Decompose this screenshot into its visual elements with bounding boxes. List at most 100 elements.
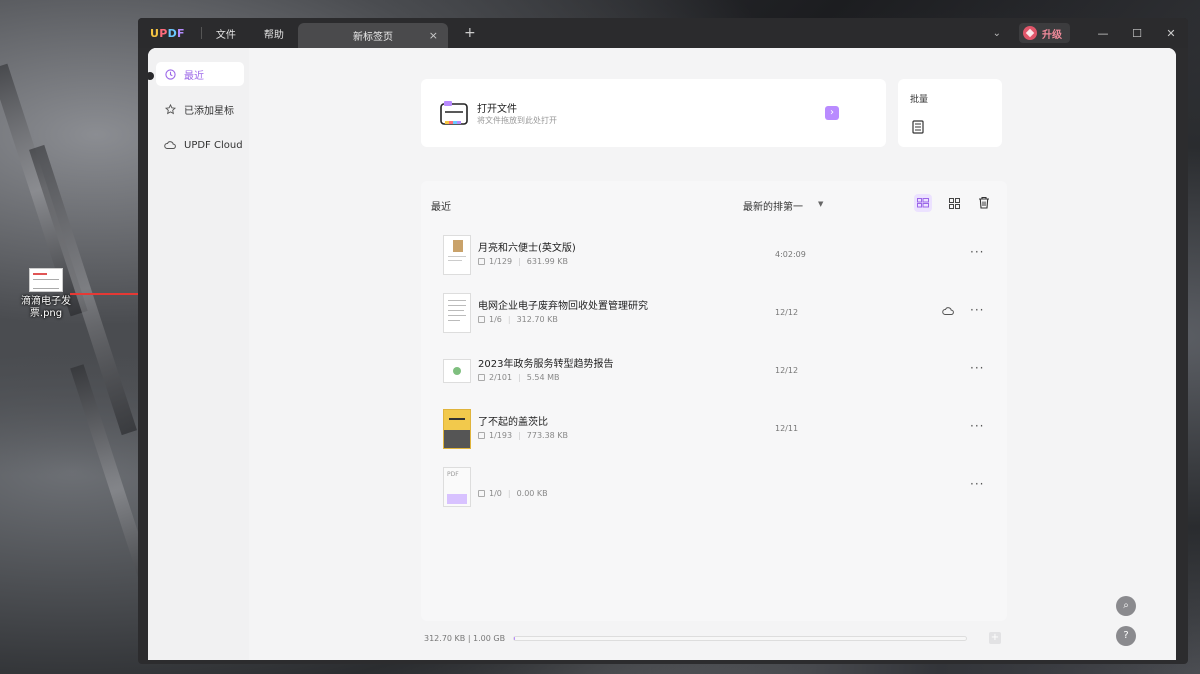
file-date: 12/12 <box>775 366 799 375</box>
file-size: 0.00 KB <box>516 489 548 498</box>
diamond-icon <box>1023 26 1037 40</box>
more-options-icon[interactable]: ··· <box>970 361 984 375</box>
close-icon[interactable]: ✕ <box>1154 27 1188 40</box>
trash-icon <box>979 196 989 209</box>
batch-card[interactable]: 批量 <box>898 79 1002 147</box>
page-icon <box>478 432 485 439</box>
sidebar-item-starred[interactable]: 已添加星标 <box>156 97 244 121</box>
page-icon <box>478 316 485 323</box>
file-row[interactable]: 月亮和六便士(英文版) 1/129 | 631.99 KB 4:02:09 ··… <box>421 231 1007 289</box>
maximize-icon[interactable]: ☐ <box>1120 27 1154 40</box>
file-size: 5.54 MB <box>526 373 560 382</box>
tab-new[interactable]: 新标签页 × <box>298 23 448 48</box>
file-meta: 2/101 | 5.54 MB <box>478 373 560 382</box>
menu-file[interactable]: 文件 <box>216 26 236 41</box>
more-options-icon[interactable]: ··· <box>970 303 984 317</box>
grid-view-icon <box>948 197 960 209</box>
titlebar-controls: ⌄ 升级 — ☐ ✕ <box>993 18 1188 48</box>
app-content: 最近 已添加星标 UPDF Cloud 打开文件 将文件拖放到此处打开 › 批量… <box>148 48 1176 660</box>
file-date: 4:02:09 <box>775 250 806 259</box>
file-size: 773.38 KB <box>526 431 569 440</box>
recent-files-panel: 最近 最新的排第一 ▼ 月亮和六便士(英文版) 1/129 | 631.99 K… <box>421 181 1007 621</box>
file-thumbnail <box>443 235 471 275</box>
file-meta: 1/193 | 773.38 KB <box>478 431 568 440</box>
file-thumbnail <box>443 293 471 333</box>
file-thumbnail <box>29 268 63 292</box>
pdf-file-icon: PDF <box>443 467 471 507</box>
desktop-file-label: 滴滴电子发票.png <box>21 296 71 319</box>
more-options-icon[interactable]: ··· <box>970 477 984 491</box>
file-pages: 1/193 <box>489 431 513 440</box>
updf-window: U P D F 文件 帮助 新标签页 × + ⌄ 升级 — ☐ ✕ 最近 已添加… <box>138 18 1188 664</box>
file-date: 12/11 <box>775 424 799 433</box>
sidebar: 最近 已添加星标 UPDF Cloud <box>148 48 249 660</box>
list-view-icon <box>917 198 929 208</box>
sort-dropdown[interactable]: 最新的排第一 <box>743 198 803 213</box>
delete-button[interactable] <box>975 193 993 211</box>
cloud-icon <box>164 139 176 151</box>
batch-document-icon <box>912 120 924 134</box>
main-area: 打开文件 将文件拖放到此处打开 › 批量 最近 最新的排第一 ▼ 月亮和六便士(… <box>249 48 1176 660</box>
page-icon <box>478 258 485 265</box>
open-file-arrow-button[interactable]: › <box>825 106 839 120</box>
more-options-icon[interactable]: ··· <box>970 245 984 259</box>
caret-down-icon[interactable]: ▼ <box>818 200 823 208</box>
sidebar-item-label: 已添加星标 <box>184 105 234 117</box>
star-icon <box>164 103 176 115</box>
add-storage-button[interactable]: + <box>989 632 1001 644</box>
chevron-down-icon[interactable]: ⌄ <box>993 28 1001 39</box>
close-tab-icon[interactable]: × <box>429 29 438 42</box>
recent-title: 最近 <box>431 202 451 213</box>
sidebar-item-label: UPDF Cloud <box>184 139 243 151</box>
page-icon <box>478 490 485 497</box>
file-name: 了不起的盖茨比 <box>478 417 548 428</box>
folder-icon <box>440 101 468 125</box>
list-view-button[interactable] <box>914 194 932 212</box>
desktop-file[interactable]: 滴滴电子发票.png <box>18 268 74 320</box>
file-name: 月亮和六便士(英文版) <box>478 243 576 254</box>
file-row[interactable]: 2023年政务服务转型趋势报告 2/101 | 5.54 MB 12/12 ··… <box>421 347 1007 405</box>
sidebar-item-recent[interactable]: 最近 <box>156 62 244 86</box>
file-pages: 1/6 <box>489 315 502 324</box>
file-size: 631.99 KB <box>526 257 569 266</box>
open-file-subtitle: 将文件拖放到此处打开 <box>477 116 557 125</box>
file-row[interactable]: 电网企业电子废弃物回收处置管理研究 1/6 | 312.70 KB 12/12 … <box>421 289 1007 347</box>
clock-icon <box>164 68 176 80</box>
menu-help[interactable]: 帮助 <box>264 26 284 41</box>
storage-label: 312.70 KB | 1.00 GB <box>424 634 506 643</box>
upgrade-label: 升级 <box>1042 29 1062 41</box>
cloud-icon[interactable] <box>942 306 954 316</box>
file-row[interactable]: 了不起的盖茨比 1/193 | 773.38 KB 12/11 ··· <box>421 405 1007 463</box>
file-meta: 1/0 | 0.00 KB <box>478 489 548 498</box>
add-tab-icon[interactable]: + <box>464 25 476 41</box>
file-name: 2023年政务服务转型趋势报告 <box>478 359 614 370</box>
sidebar-item-label: 最近 <box>184 70 204 82</box>
page-icon <box>478 374 485 381</box>
storage-bar: 312.70 KB | 1.00 GB + <box>249 626 1176 660</box>
file-size: 312.70 KB <box>516 315 558 324</box>
batch-title: 批量 <box>910 95 929 105</box>
search-button[interactable]: ⌕ <box>1116 596 1136 616</box>
open-file-title: 打开文件 <box>477 104 517 115</box>
file-thumbnail <box>443 409 471 449</box>
titlebar-separator <box>200 27 202 39</box>
file-meta: 1/129 | 631.99 KB <box>478 257 568 266</box>
upgrade-button[interactable]: 升级 <box>1019 23 1070 43</box>
file-pages: 1/0 <box>489 489 502 498</box>
sidebar-indicator <box>148 72 154 80</box>
minimize-icon[interactable]: — <box>1086 27 1120 40</box>
sidebar-item-cloud[interactable]: UPDF Cloud <box>156 133 244 157</box>
help-button[interactable]: ? <box>1116 626 1136 646</box>
file-meta: 1/6 | 312.70 KB <box>478 315 558 324</box>
file-date: 12/12 <box>775 308 799 317</box>
more-options-icon[interactable]: ··· <box>970 419 984 433</box>
file-thumbnail <box>443 359 471 383</box>
open-file-card[interactable]: 打开文件 将文件拖放到此处打开 › <box>421 79 886 147</box>
grid-view-button[interactable] <box>945 194 963 212</box>
file-name: 电网企业电子废弃物回收处置管理研究 <box>478 301 648 312</box>
file-pages: 1/129 <box>489 257 513 266</box>
updf-logo: U P D F <box>150 26 185 40</box>
titlebar: U P D F 文件 帮助 新标签页 × + ⌄ 升级 — ☐ ✕ <box>138 18 1188 48</box>
file-pages: 2/101 <box>489 373 513 382</box>
file-row[interactable]: PDF 1/0 | 0.00 KB ··· <box>421 463 1007 521</box>
